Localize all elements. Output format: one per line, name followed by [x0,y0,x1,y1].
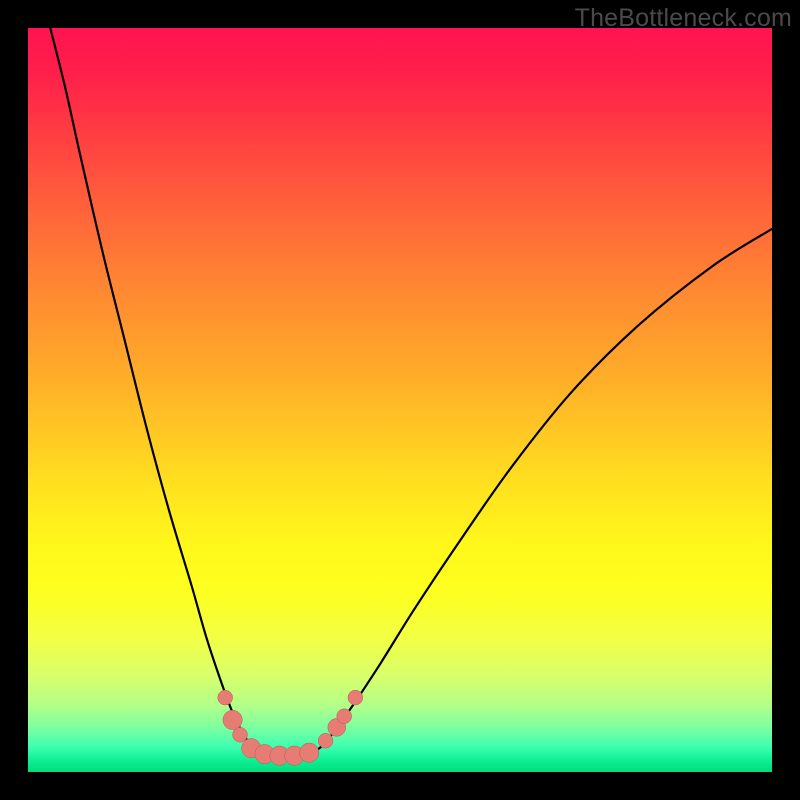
data-marker [218,690,233,705]
plot-area [28,28,772,772]
watermark-text: TheBottleneck.com [575,4,792,33]
chart-frame: TheBottleneck.com [0,0,800,800]
data-marker [348,690,363,705]
data-marker [233,727,248,742]
data-marker [223,710,242,729]
marker-layer [28,28,772,772]
data-marker [300,743,319,762]
data-marker [318,733,333,748]
data-marker [337,709,352,724]
